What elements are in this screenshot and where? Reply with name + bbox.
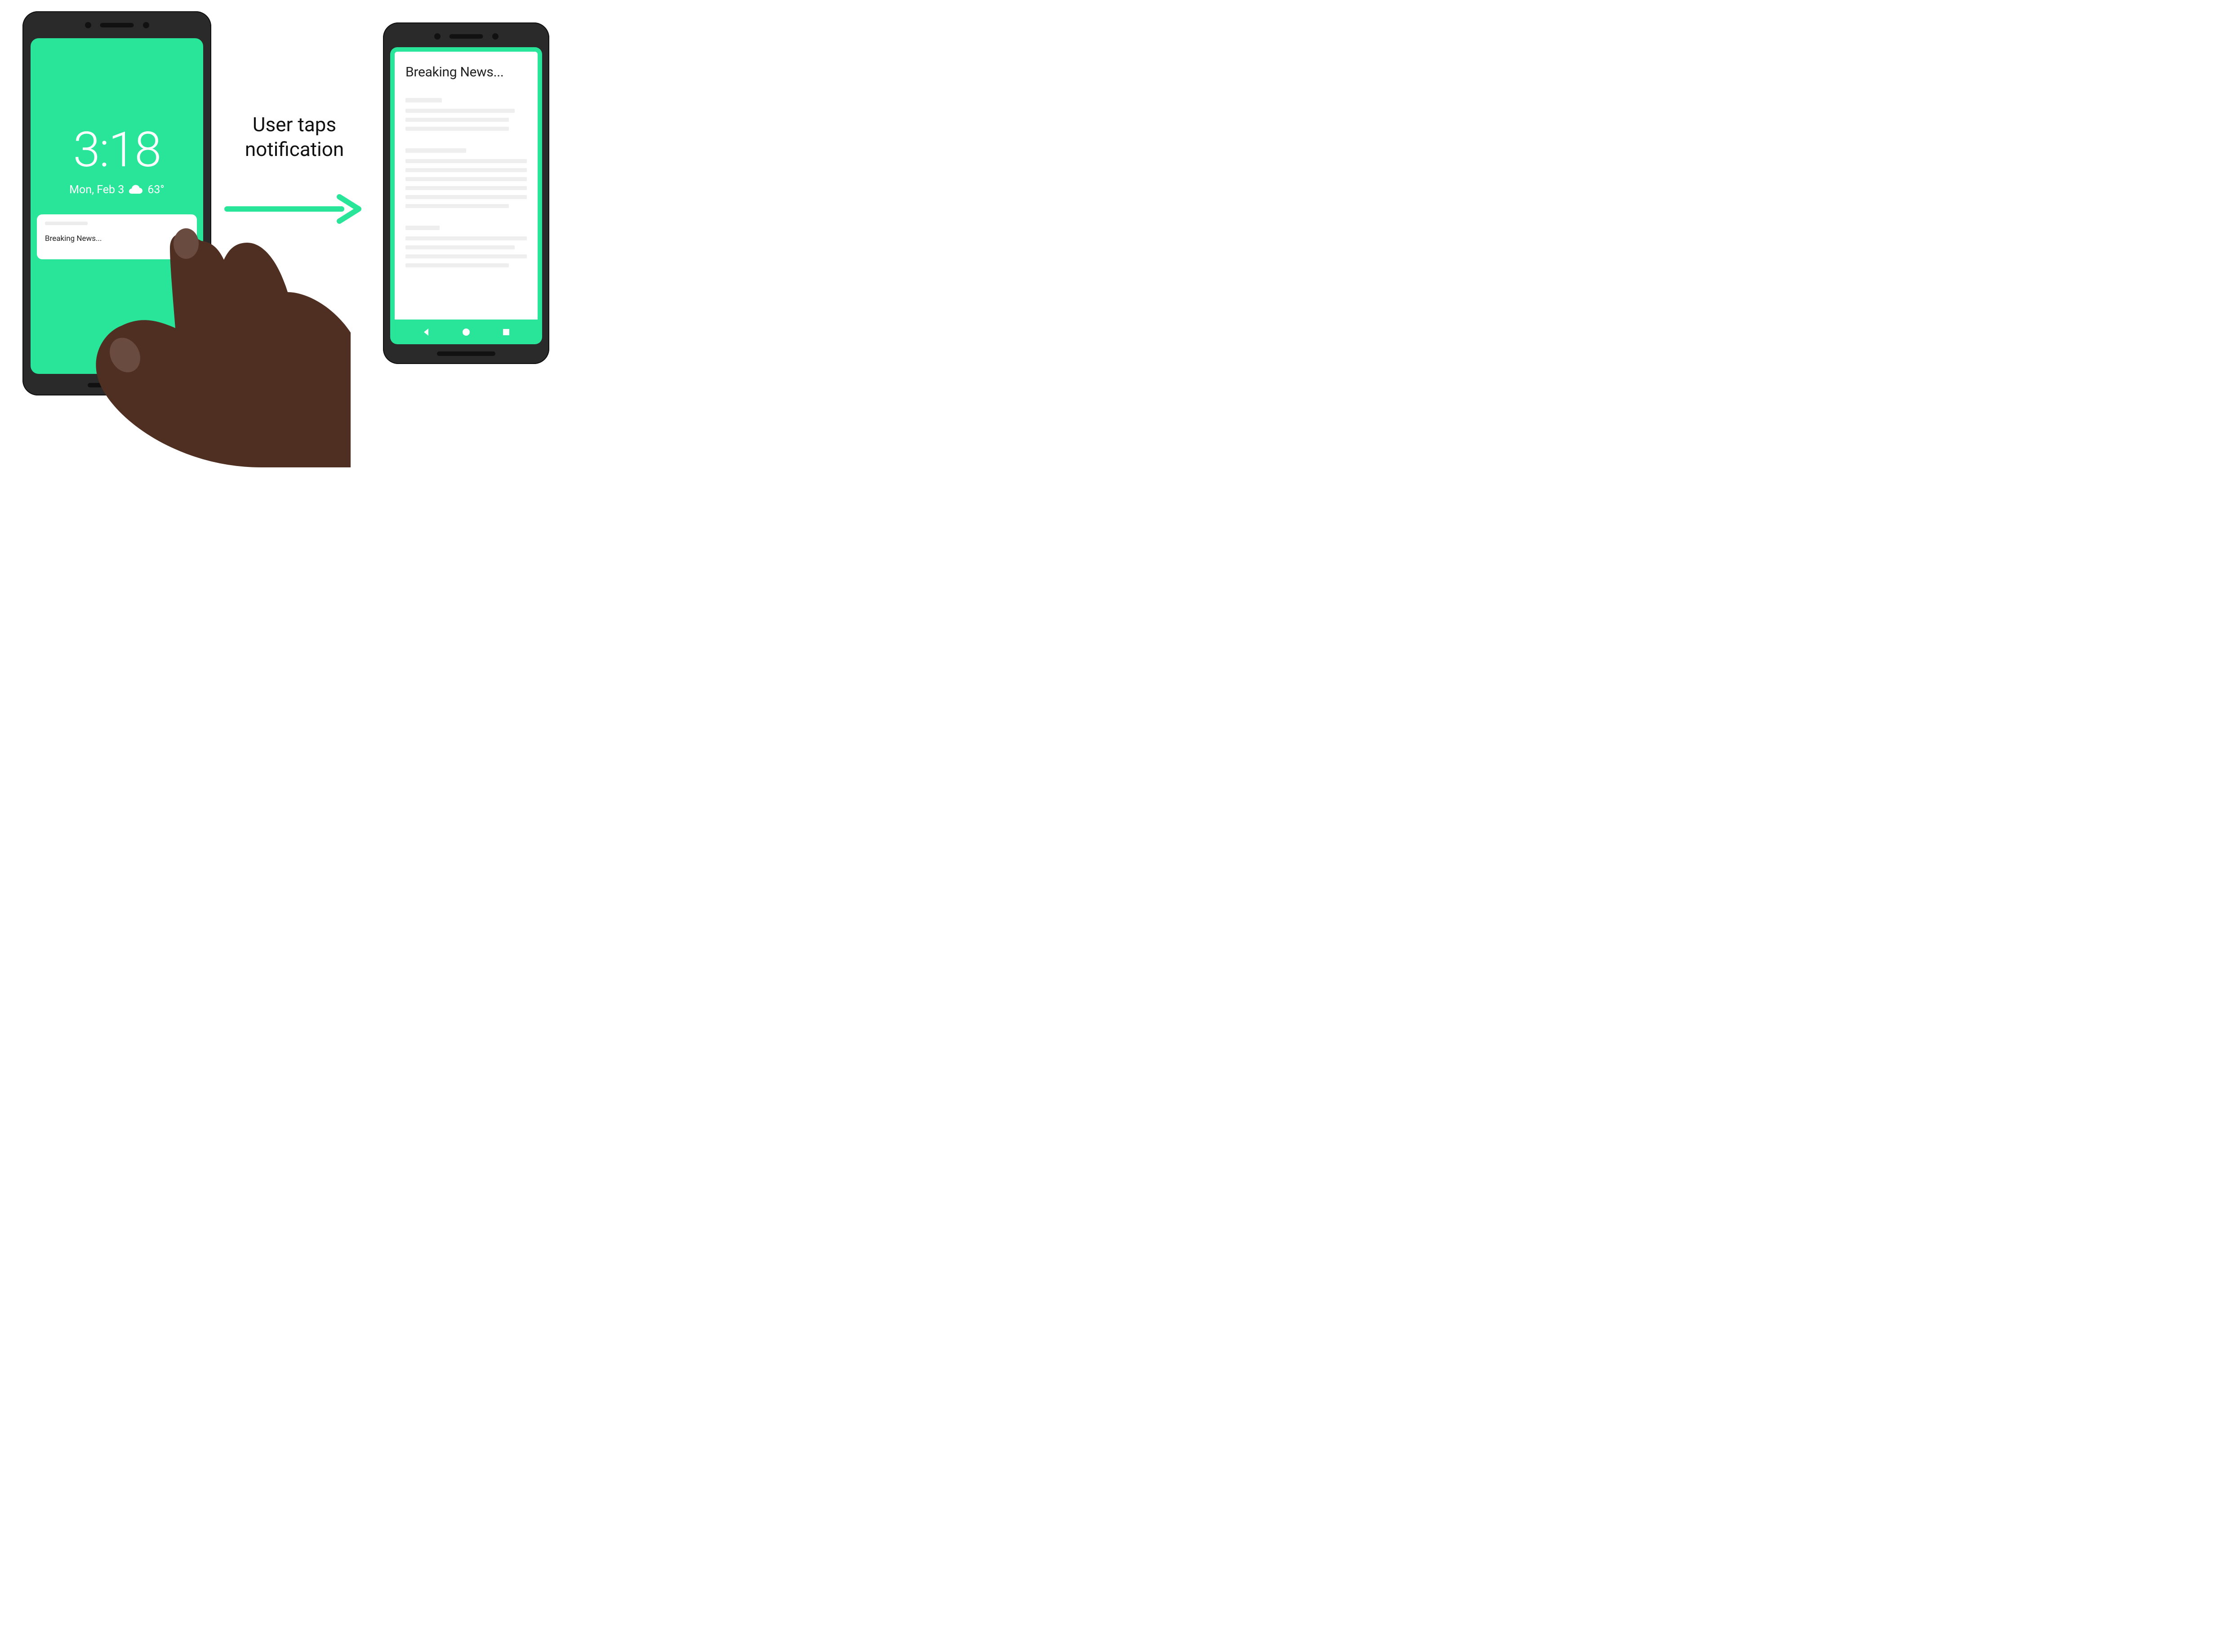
lock-clock-block: 3:18 Mon, Feb 3 63° <box>31 126 203 196</box>
article-paragraph <box>405 98 527 131</box>
nav-home-button[interactable] <box>458 324 474 340</box>
top-sensors <box>383 33 549 40</box>
lock-time: 3:18 <box>31 126 203 174</box>
notification-card[interactable]: Breaking News... <box>37 214 197 259</box>
android-nav-bar <box>395 320 538 344</box>
cloud-icon <box>129 185 143 195</box>
chin-slot <box>88 383 146 387</box>
article-screen: Breaking News... <box>390 47 542 344</box>
nav-recents-button[interactable] <box>498 324 514 340</box>
notification-app-stub <box>45 222 88 225</box>
lock-temperature: 63° <box>147 183 164 196</box>
article-body: Breaking News... <box>395 52 538 320</box>
notification-title: Breaking News... <box>45 234 189 243</box>
nav-back-button[interactable] <box>418 324 435 340</box>
article-title: Breaking News... <box>405 64 527 80</box>
diagram-stage: 3:18 Mon, Feb 3 63° Breaking News... <box>0 0 575 427</box>
diagram-caption: User taps notification <box>223 112 366 162</box>
lock-screen: 3:18 Mon, Feb 3 63° Breaking News... <box>31 38 203 374</box>
lock-date: Mon, Feb 3 <box>69 183 124 196</box>
top-sensors <box>22 22 211 28</box>
lock-date-row: Mon, Feb 3 63° <box>69 183 165 196</box>
phone-lockscreen: 3:18 Mon, Feb 3 63° Breaking News... <box>22 11 211 395</box>
arrow-icon <box>225 193 360 225</box>
article-paragraph <box>405 226 527 267</box>
phone-article: Breaking News... <box>383 22 549 364</box>
chin-slot <box>437 351 495 356</box>
article-paragraph <box>405 148 527 208</box>
